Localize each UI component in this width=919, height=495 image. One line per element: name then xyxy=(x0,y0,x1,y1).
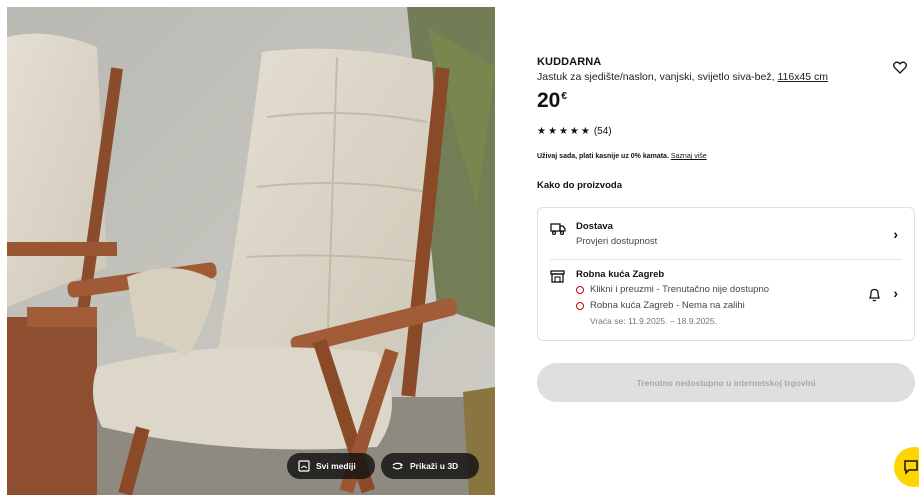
store-icon xyxy=(550,270,566,284)
promo-text: Uživaj sada, plati kasnije uz 0% kamata. xyxy=(537,153,669,160)
product-price: 20 € xyxy=(537,89,915,113)
product-size-link[interactable]: 116x45 cm xyxy=(777,71,828,83)
product-description-text: Jastuk za sjedište/naslon, vanjski, svij… xyxy=(537,71,775,83)
product-image[interactable]: Svi mediji Prikaži u 3D xyxy=(7,7,495,495)
truck-icon xyxy=(550,222,566,236)
all-media-button[interactable]: Svi mediji xyxy=(287,453,375,479)
unavailable-dot-icon xyxy=(576,285,584,294)
availability-heading: Kako do proizvoda xyxy=(537,180,622,191)
product-summary: KUDDARNA Jastuk za sjedište/naslon, vanj… xyxy=(537,56,915,191)
restock-date: Vraća se: 11.9.2025. – 18.9.2025. xyxy=(590,316,718,326)
store-stock-text: Robna kuća Zagreb - Nema na zalihi xyxy=(590,300,745,311)
half-star-icon: ★ xyxy=(580,125,590,137)
view-3d-button[interactable]: Prikaži u 3D xyxy=(381,453,479,479)
delivery-option[interactable]: Dostava Provjeri dostupnost › xyxy=(538,220,914,250)
store-stock-status: Robna kuća Zagreb - Nema na zalihi xyxy=(576,300,745,311)
financing-promo: Uživaj sada, plati kasnije uz 0% kamata.… xyxy=(537,153,915,160)
product-name: KUDDARNA xyxy=(537,56,602,68)
bell-icon[interactable] xyxy=(868,288,882,302)
click-collect-status: Klikni i preuzmi - Trenutačno nije dostu… xyxy=(576,284,769,295)
delivery-title: Dostava xyxy=(576,221,613,232)
click-collect-text: Klikni i preuzmi - Trenutačno nije dostu… xyxy=(590,284,770,295)
product-description: Jastuk za sjedište/naslon, vanjski, svij… xyxy=(537,71,915,83)
unavailable-dot-icon xyxy=(576,301,584,310)
rating-stars: ★ ★ ★ ★ ★ xyxy=(537,125,590,137)
store-option[interactable]: Robna kuća Zagreb Klikni i preuzmi - Tre… xyxy=(538,268,914,330)
star-icon: ★ xyxy=(569,125,579,137)
gallery-icon xyxy=(297,460,310,473)
review-count: (54) xyxy=(593,126,612,137)
store-title: Robna kuća Zagreb xyxy=(576,269,665,280)
add-to-cart-button[interactable]: Trenutno nedostupno u internetskoj trgov… xyxy=(537,363,915,402)
star-icon: ★ xyxy=(547,125,557,137)
star-icon: ★ xyxy=(537,125,546,137)
price-value: 20 xyxy=(537,89,561,112)
star-icon: ★ xyxy=(558,125,568,137)
chevron-right-icon: › xyxy=(893,226,898,242)
chevron-right-icon: › xyxy=(893,285,898,301)
price-currency: € xyxy=(561,91,567,102)
promo-learn-more-link[interactable]: Saznaj više xyxy=(671,153,707,160)
all-media-label: Svi mediji xyxy=(316,461,356,471)
view-3d-label: Prikaži u 3D xyxy=(410,461,459,471)
product-photo xyxy=(7,7,495,495)
chat-icon xyxy=(904,460,918,475)
delivery-subtitle: Provjeri dostupnost xyxy=(576,236,658,247)
divider xyxy=(550,259,902,260)
rotate-3d-icon xyxy=(391,460,404,473)
rating[interactable]: ★ ★ ★ ★ ★ (54) xyxy=(537,126,915,137)
availability-box: Dostava Provjeri dostupnost › Robna kuća… xyxy=(537,207,915,341)
chat-button[interactable] xyxy=(894,447,919,487)
